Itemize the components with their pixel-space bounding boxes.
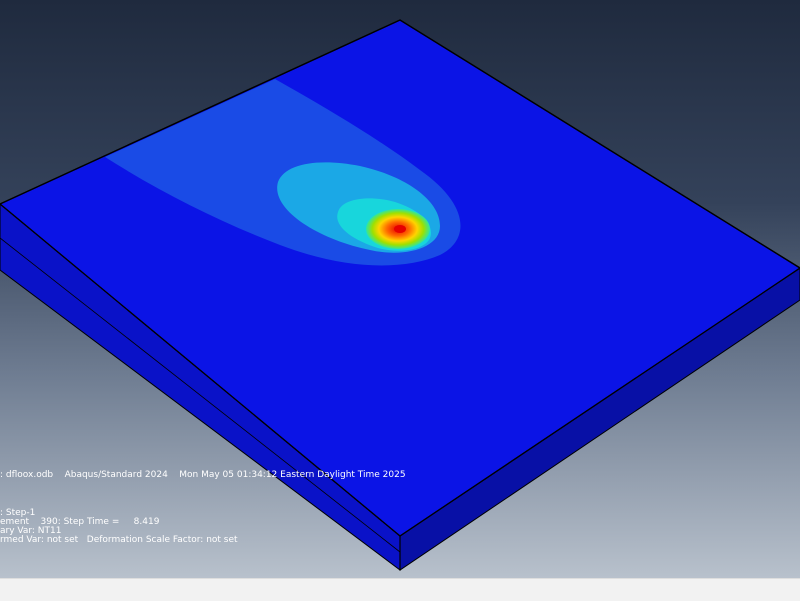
- odb-info-line: : dfloox.odb Abaqus/Standard 2024 Mon Ma…: [0, 470, 406, 480]
- deformed-var-line: rmed Var: not set Deformation Scale Fact…: [0, 535, 238, 545]
- viewport[interactable]: : dfloox.odb Abaqus/Standard 2024 Mon Ma…: [0, 0, 800, 578]
- plate-top-face[interactable]: [0, 19, 800, 537]
- viewport-info-block: : dfloox.odb Abaqus/Standard 2024 Mon Ma…: [0, 466, 800, 556]
- contour-hotspot-core: [394, 225, 406, 233]
- status-bar: [0, 578, 800, 601]
